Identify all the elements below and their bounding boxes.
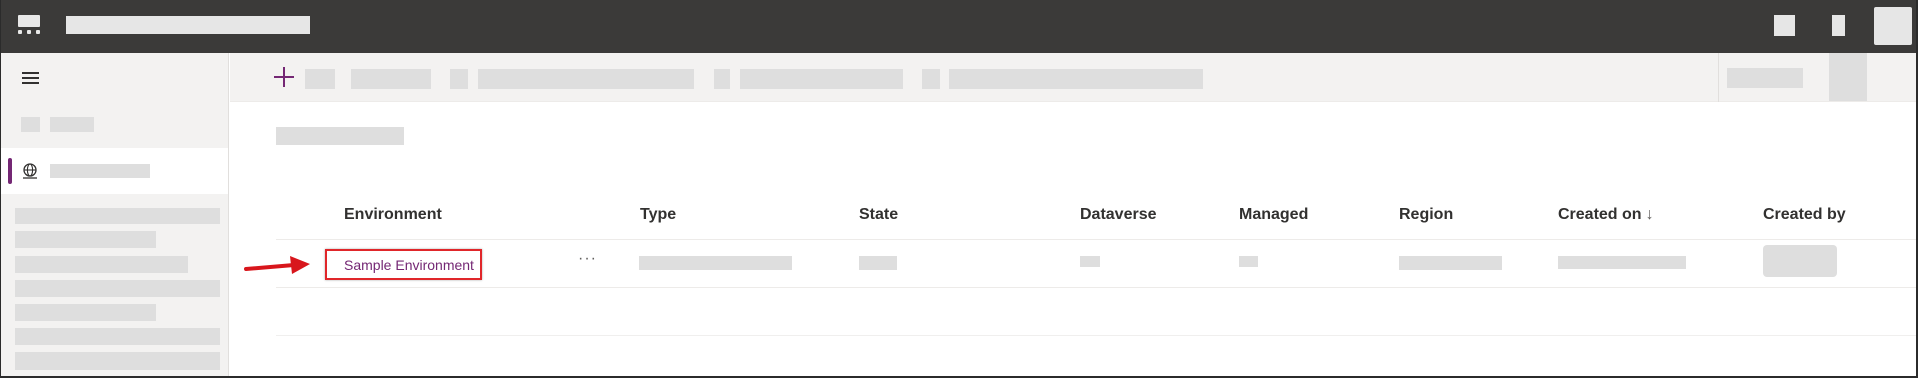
filter-button[interactable] (1829, 53, 1867, 101)
column-header-managed[interactable]: Managed (1239, 206, 1308, 224)
command-icon[interactable] (714, 69, 730, 89)
region-cell (1399, 256, 1502, 270)
column-header-environment[interactable]: Environment (344, 206, 442, 224)
sidebar-item[interactable] (15, 328, 220, 345)
home-icon[interactable] (21, 117, 40, 132)
sidebar-item-label (50, 164, 150, 178)
sort-descending-icon: ↓ (1645, 206, 1654, 223)
column-header-created-on[interactable]: Created on ↓ (1558, 206, 1654, 224)
column-header-type[interactable]: Type (640, 206, 676, 224)
column-header-label: Created on (1558, 206, 1642, 223)
sidebar-item[interactable] (15, 208, 220, 224)
column-header-region[interactable]: Region (1399, 206, 1453, 224)
sidebar-item-environments[interactable] (0, 148, 228, 194)
hamburger-icon[interactable] (22, 72, 39, 84)
page-title (276, 127, 404, 145)
state-cell (859, 256, 897, 270)
settings-icon[interactable] (1774, 15, 1795, 36)
help-icon[interactable] (1832, 15, 1845, 36)
divider (1718, 53, 1719, 102)
command-button[interactable] (351, 69, 431, 89)
environment-link[interactable]: Sample Environment (325, 249, 482, 280)
column-header-dataverse[interactable]: Dataverse (1080, 206, 1157, 224)
sidebar-item[interactable] (15, 304, 156, 321)
plus-icon[interactable] (274, 67, 294, 87)
top-bar (0, 0, 1918, 53)
avatar[interactable] (1874, 7, 1912, 45)
new-button-label[interactable] (305, 69, 335, 89)
sidebar-item[interactable] (15, 280, 220, 297)
app-title-placeholder (66, 16, 310, 34)
row-divider (276, 287, 1918, 288)
row-divider (276, 335, 1918, 336)
command-button[interactable] (949, 69, 1203, 89)
column-header-state[interactable]: State (859, 206, 898, 224)
header-divider (276, 239, 1918, 240)
frame-border (0, 0, 1, 378)
sidebar (0, 53, 229, 378)
command-icon[interactable] (922, 69, 940, 89)
sidebar-item-home-label[interactable] (50, 117, 94, 132)
managed-cell (1239, 256, 1258, 267)
command-button[interactable] (478, 69, 694, 89)
type-cell (639, 256, 792, 270)
sidebar-item[interactable] (15, 256, 188, 273)
dataverse-cell (1080, 256, 1100, 267)
column-header-created-by[interactable]: Created by (1763, 206, 1846, 224)
command-icon[interactable] (450, 69, 468, 89)
command-bar (230, 53, 1918, 102)
command-button[interactable] (740, 69, 903, 89)
created-on-cell (1558, 256, 1686, 269)
waffle-icon[interactable] (18, 15, 40, 35)
sidebar-item[interactable] (15, 352, 220, 370)
created-by-cell (1763, 245, 1837, 277)
active-indicator (8, 158, 12, 184)
search-field[interactable] (1727, 68, 1803, 88)
environment-name[interactable]: Sample Environment (344, 257, 474, 273)
globe-icon (23, 163, 37, 179)
red-arrow-icon (244, 256, 310, 274)
more-actions-icon[interactable]: ··· (578, 251, 597, 267)
sidebar-item[interactable] (15, 231, 156, 248)
